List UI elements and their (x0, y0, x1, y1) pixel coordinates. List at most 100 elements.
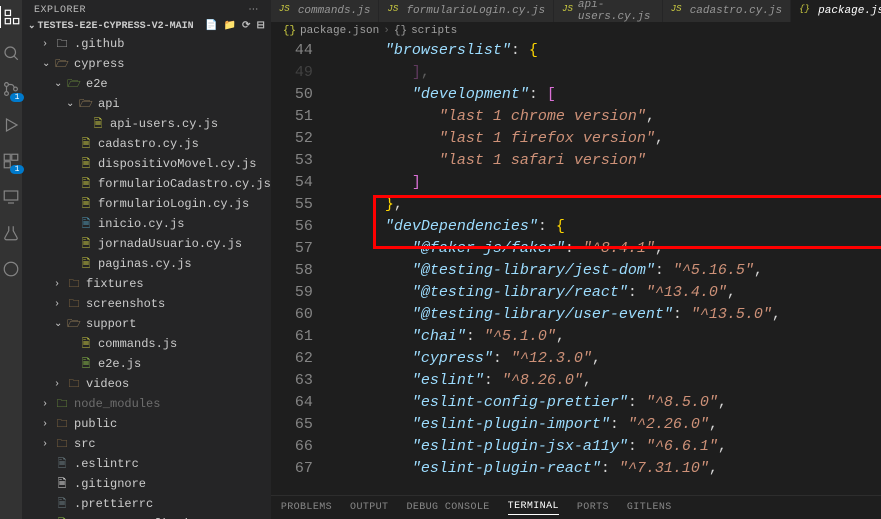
code-line: "eslint-plugin-jsx-a11y": "^6.6.1", (331, 436, 881, 458)
line-number: 60 (271, 304, 313, 326)
editor-tab[interactable]: JScommands.js (271, 0, 380, 22)
tree-item[interactable]: ⌄🗁 api (22, 94, 271, 114)
folder-open-icon: 🗁 (54, 56, 70, 72)
tree-item-label: api-users.cy.js (110, 117, 218, 131)
explorer-sidebar: EXPLORER ⋯ ⌄TESTES-E2E-CYPRESS-V2-MAIN 📄… (22, 0, 271, 519)
tree-item[interactable]: ⌄🗁cypress (22, 54, 271, 74)
tree-item-label: api (98, 97, 120, 111)
tree-item[interactable]: 🗎jornadaUsuario.cy.js (22, 234, 271, 254)
panel-tab-terminal[interactable]: TERMINAL (508, 501, 559, 515)
explorer-title: EXPLORER ⋯ (22, 0, 271, 18)
tree-item[interactable]: 🗎commands.js (22, 334, 271, 354)
chevron-icon: › (42, 39, 54, 50)
tree-item[interactable]: 🗎.gitignore (22, 474, 271, 494)
file-icon: 🗎 (78, 356, 94, 372)
tree-item-label: formularioCadastro.cy.js (98, 177, 271, 191)
code-line: "last 1 chrome version", (331, 106, 881, 128)
tree-item[interactable]: ›🗀videos (22, 374, 271, 394)
chevron-icon: › (54, 299, 66, 310)
folder-icon: 🗀 (54, 436, 70, 452)
file-tree[interactable]: ›🗀.github⌄🗁cypress⌄🗁e2e⌄🗁api🗎api-users.c… (22, 34, 271, 519)
tree-item[interactable]: ›🗀public (22, 414, 271, 434)
editor-tab[interactable]: {}package.json× (791, 0, 881, 22)
breadcrumbs[interactable]: {} package.json › {} scripts (271, 22, 881, 40)
code-line: "last 1 safari version" (331, 150, 881, 172)
project-header[interactable]: ⌄TESTES-E2E-CYPRESS-V2-MAIN 📄 📁 ⟳ ⊟ (22, 18, 271, 34)
refresh-icon[interactable]: ⟳ (242, 20, 250, 32)
tree-item[interactable]: ›🗀node_modules (22, 394, 271, 414)
tree-item[interactable]: ›🗀fixtures (22, 274, 271, 294)
tree-item-label: screenshots (86, 297, 165, 311)
panel-tab-problems[interactable]: PROBLEMS (281, 502, 332, 513)
tree-item[interactable]: 🗎formularioLogin.cy.js (22, 194, 271, 214)
code-line: "@testing-library/user-event": "^13.5.0"… (331, 304, 881, 326)
file-icon: 🗎 (78, 336, 94, 352)
line-number: 62 (271, 348, 313, 370)
tree-item[interactable]: 🗎inicio.cy.js (22, 214, 271, 234)
panel-tab-ports[interactable]: PORTS (577, 502, 609, 513)
tree-item[interactable]: ⌄🗁support (22, 314, 271, 334)
chevron-icon: › (54, 279, 66, 290)
file-icon: 🗎 (54, 496, 70, 512)
line-number: 49 (271, 62, 313, 84)
file-icon: 🗎 (90, 116, 106, 132)
tree-item[interactable]: ›🗀.github (22, 34, 271, 54)
explorer-icon[interactable] (0, 6, 21, 28)
testing-icon[interactable] (0, 222, 22, 244)
code-line: "@testing-library/jest-dom": "^5.16.5", (331, 260, 881, 282)
line-number: 53 (271, 150, 313, 172)
tree-item-label: e2e.js (98, 357, 141, 371)
tree-item[interactable]: 🗎paginas.cy.js (22, 254, 271, 274)
folder-open-icon: 🗁 (78, 96, 94, 112)
code-line: "cypress": "^12.3.0", (331, 348, 881, 370)
line-number: 50 (271, 84, 313, 106)
tab-label: cadastro.cy.js (690, 5, 782, 17)
code-line: "last 1 firefox version", (331, 128, 881, 150)
tree-item[interactable]: 🗎formularioCadastro.cy.js (22, 174, 271, 194)
tree-item[interactable]: 🗎 e2e.js (22, 354, 271, 374)
panel-tab-debug-console[interactable]: DEBUG CONSOLE (406, 502, 489, 513)
panel-tab-gitlens[interactable]: GITLENS (627, 502, 672, 513)
tree-item[interactable]: 🗎cadastro.cy.js (22, 134, 271, 154)
panel-tab-output[interactable]: OUTPUT (350, 502, 388, 513)
breadcrumb-file: package.json (300, 25, 379, 37)
editor-tab[interactable]: JSformularioLogin.cy.js (379, 0, 554, 22)
tab-label: package.json (818, 5, 881, 17)
tree-item[interactable]: ›🗀screenshots (22, 294, 271, 314)
tree-item[interactable]: ›🗀src (22, 434, 271, 454)
debug-icon[interactable] (0, 114, 22, 136)
tree-item-label: node_modules (74, 397, 160, 411)
remote-icon[interactable] (0, 186, 22, 208)
chevron-icon: › (42, 419, 54, 430)
more-icon[interactable]: ⋯ (248, 4, 259, 16)
code-line: }, (331, 194, 881, 216)
tree-item[interactable]: 🗎dispositivoMovel.cy.js (22, 154, 271, 174)
file-icon: JS (387, 4, 401, 18)
tree-item[interactable]: 🗎 .prettierrc (22, 494, 271, 514)
extensions-icon[interactable] (0, 150, 22, 172)
editor-tab[interactable]: JScadastro.cy.js (663, 0, 791, 22)
tab-label: commands.js (298, 5, 371, 17)
breadcrumb-symbol: scripts (411, 25, 457, 37)
collapse-icon[interactable]: ⊟ (256, 20, 264, 32)
tree-item[interactable]: 🗎 api-users.cy.js (22, 114, 271, 134)
chevron-icon: ⌄ (66, 98, 78, 110)
file-icon: {} (283, 25, 296, 37)
gitlens-icon[interactable] (0, 258, 22, 280)
code-editor[interactable]: 4449505152535455565758596061626364656667… (271, 40, 881, 495)
folder-open-icon: 🗁 (66, 316, 82, 332)
code-content[interactable]: "browserslist": { ], "development": [ "l… (331, 40, 881, 495)
tree-item-label: .prettierrc (74, 497, 153, 511)
tree-item[interactable]: ⌄🗁e2e (22, 74, 271, 94)
chevron-icon: › (42, 439, 54, 450)
source-control-icon[interactable] (0, 78, 22, 100)
tree-item[interactable]: 🗎cypress.config.js (22, 514, 271, 519)
tree-item[interactable]: 🗎.eslintrc (22, 454, 271, 474)
new-file-icon[interactable]: 📄 (205, 20, 217, 32)
editor-tab[interactable]: JSapi-users.cy.js (554, 0, 663, 22)
search-icon[interactable] (0, 42, 22, 64)
code-line: "development": [ (331, 84, 881, 106)
new-folder-icon[interactable]: 📁 (224, 20, 236, 32)
tree-item-label: .eslintrc (74, 457, 139, 471)
line-number: 55 (271, 194, 313, 216)
